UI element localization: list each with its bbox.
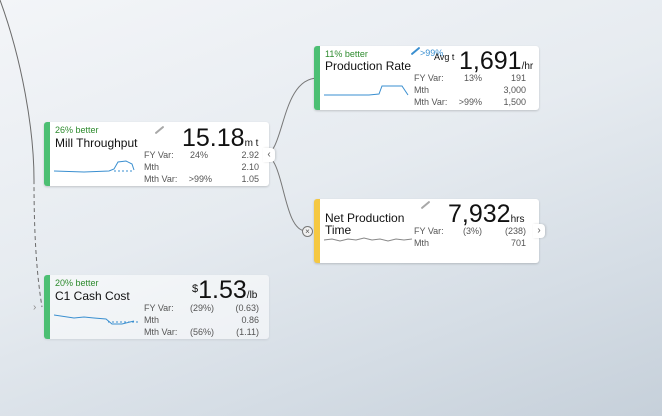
kpi-unit: /hr [521, 61, 534, 72]
sparkline-chart [54, 160, 135, 173]
row-label: FY Var: [414, 73, 444, 83]
row-pct: (56%) [189, 327, 214, 337]
row-value: 1.05 [241, 174, 259, 184]
pencil-icon[interactable] [154, 125, 165, 135]
row-label: Mth [144, 315, 160, 325]
row-label: Mth Var: [414, 97, 448, 107]
row-value: 701 [510, 238, 526, 248]
kpi-unit: hrs [510, 214, 525, 225]
avg-label: Avg t [434, 52, 455, 62]
pencil-icon[interactable] [410, 46, 421, 56]
row-label: FY Var: [414, 226, 444, 236]
row-label: Mth Var: [144, 327, 178, 337]
row-label: FY Var: [144, 150, 174, 160]
row-pct: (3%) [462, 226, 482, 236]
row-value: 3,000 [503, 85, 526, 95]
row-value: (1.11) [236, 327, 259, 337]
connector-arrow-icon: › [33, 302, 37, 313]
kpi-value-number: 1.53 [198, 276, 247, 304]
row-value: (0.63) [235, 303, 259, 313]
kpi-card-c1-cash-cost[interactable]: 20% better C1 Cash Cost $1.53/lb FY Var:… [44, 275, 269, 339]
row-label: Mth [144, 162, 160, 172]
kpi-value-number: 1,691 [459, 47, 522, 75]
row-label: FY Var: [144, 303, 174, 313]
kpi-card-mill-throughput[interactable]: 26% better Mill Throughput 15.18m t FY V… [44, 122, 269, 186]
row-value: 2.10 [241, 162, 259, 172]
kpi-title: Mill Throughput [55, 136, 138, 150]
row-value: 191 [510, 73, 526, 83]
currency-symbol: $ [192, 283, 199, 295]
sparkline-chart [324, 85, 409, 96]
chevron-right-icon[interactable]: › [533, 224, 545, 238]
performance-status: 20% better [55, 278, 99, 288]
row-label: Mth Var: [144, 174, 178, 184]
row-value: 1,500 [503, 97, 526, 107]
row-value: 2.92 [241, 150, 259, 160]
kpi-value-number: 15.18 [182, 124, 245, 152]
row-pct: >99% [188, 174, 212, 184]
sparkline-chart [324, 237, 413, 242]
row-pct: 13% [463, 73, 482, 83]
chevron-left-icon[interactable]: ‹ [263, 148, 275, 162]
pencil-icon[interactable] [420, 200, 431, 210]
kpi-title: Production Rate [325, 59, 412, 73]
row-value: 0.86 [241, 315, 259, 325]
row-pct: (29%) [189, 303, 214, 313]
row-pct: 24% [189, 150, 208, 160]
multiply-icon: × [302, 226, 313, 237]
row-pct: >99% [458, 97, 482, 107]
kpi-unit: m t [244, 138, 259, 149]
kpi-unit: /lb [246, 290, 258, 301]
kpi-card-production-rate[interactable]: 11% better >99% Production Rate Avg t 1,… [314, 46, 539, 110]
row-value: (238) [504, 226, 526, 236]
kpi-value-number: 7,932 [448, 200, 511, 228]
kpi-card-net-production-time[interactable]: Net Production Time 7,932hrs FY Var: (3%… [314, 199, 539, 263]
sparkline-chart [54, 314, 138, 325]
kpi-title: C1 Cash Cost [55, 289, 130, 303]
row-label: Mth [414, 85, 430, 95]
performance-status: 26% better [55, 125, 99, 135]
row-label: Mth [414, 238, 430, 248]
performance-status: 11% better [325, 49, 368, 59]
